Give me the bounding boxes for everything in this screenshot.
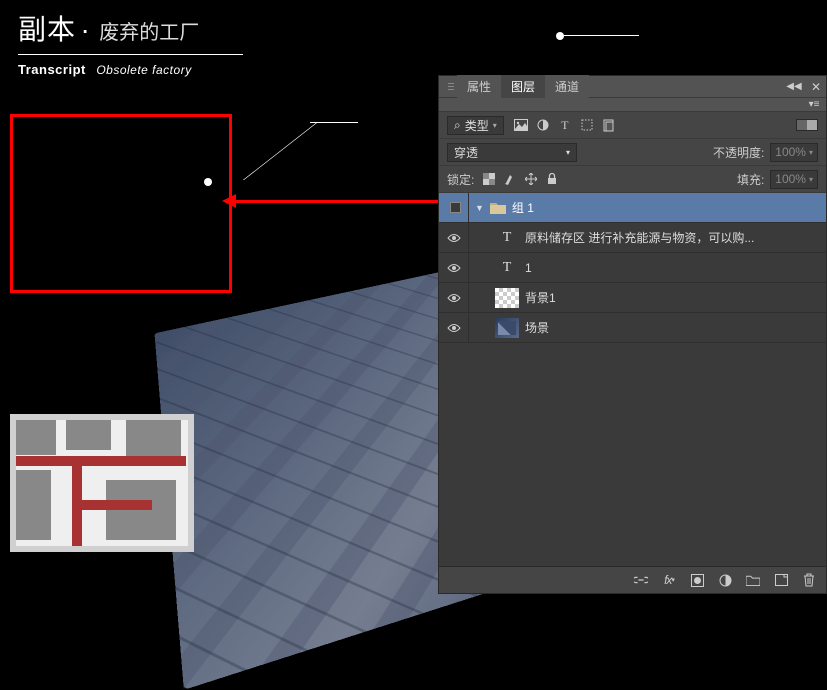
eye-icon	[447, 323, 461, 333]
panel-titlebar[interactable]: 属性 图层 通道 ◀◀ ✕	[439, 76, 826, 98]
minimap-road	[72, 500, 152, 510]
filter-text-icon[interactable]: T	[558, 118, 572, 132]
chevron-down-icon: ▾	[809, 175, 813, 184]
folder-icon	[490, 201, 506, 214]
title-sub: 废弃的工厂	[99, 22, 199, 44]
visibility-toggle[interactable]	[439, 253, 469, 282]
lock-label: 锁定:	[447, 171, 474, 188]
link-layers-icon[interactable]	[634, 573, 648, 587]
opacity-input[interactable]: 100% ▾	[770, 143, 818, 162]
visibility-checkbox[interactable]	[450, 202, 461, 213]
twisty-down-icon[interactable]: ▼	[475, 203, 484, 213]
eye-icon	[447, 233, 461, 243]
callout-dot	[556, 32, 564, 40]
layers-panel: 属性 图层 通道 ◀◀ ✕ ▾≡ ⌕ 类型 ▾ T 穿透 ▾	[438, 75, 827, 594]
callout-line	[243, 122, 318, 180]
chevron-down-icon: ▾	[493, 121, 497, 130]
filter-toggle[interactable]	[796, 119, 818, 131]
opacity-value: 100%	[775, 145, 806, 159]
new-layer-icon[interactable]	[774, 573, 788, 587]
trash-icon[interactable]	[802, 573, 816, 587]
title-block: 副本 · 废弃的工厂 Transcript Obsolete factory	[18, 8, 243, 79]
minimap	[10, 414, 194, 552]
layer-thumbnail	[495, 288, 519, 308]
filter-icons: T	[514, 118, 616, 132]
tab-layers[interactable]: 图层	[501, 75, 545, 98]
callout-line	[564, 35, 639, 36]
panel-tabs: 属性 图层 通道	[457, 75, 782, 98]
title-en-sub: Obsolete factory	[96, 63, 191, 77]
lock-row: 锁定: 填充: 100% ▾	[439, 166, 826, 193]
new-group-icon[interactable]	[746, 573, 760, 587]
chevron-down-icon: ▾	[809, 148, 813, 157]
title-separator: ·	[80, 14, 90, 45]
layer-row-raster[interactable]: 场景	[439, 313, 826, 343]
mask-icon[interactable]	[690, 573, 704, 587]
layer-name: 1	[525, 261, 532, 275]
opacity-label: 不透明度:	[713, 144, 764, 161]
minimap-road	[16, 456, 186, 466]
adjustment-icon[interactable]	[718, 573, 732, 587]
filter-shape-icon[interactable]	[580, 118, 594, 132]
lock-icons	[482, 172, 559, 186]
filter-adjust-icon[interactable]	[536, 118, 550, 132]
filter-type-label: 类型	[465, 117, 489, 134]
lock-transparent-icon[interactable]	[482, 172, 496, 186]
panel-footer: fx▾	[439, 566, 826, 593]
panel-close-icon[interactable]: ✕	[806, 80, 826, 94]
layer-thumbnail	[495, 318, 519, 338]
blend-row: 穿透 ▾ 不透明度: 100% ▾	[439, 139, 826, 166]
lock-all-icon[interactable]	[545, 172, 559, 186]
visibility-toggle[interactable]	[439, 223, 469, 252]
panel-collapse-icon[interactable]: ◀◀	[782, 79, 806, 94]
fill-input[interactable]: 100% ▾	[770, 170, 818, 189]
tab-channels[interactable]: 通道	[545, 75, 589, 98]
layer-row-raster[interactable]: 背景1	[439, 283, 826, 313]
arrow-left	[234, 200, 440, 203]
text-layer-icon: T	[495, 230, 519, 246]
panel-menu-icon[interactable]: ▾≡	[802, 97, 826, 112]
fill-label: 填充:	[737, 171, 764, 188]
chevron-down-icon: ▾	[566, 148, 570, 157]
text-layer-icon: T	[495, 260, 519, 276]
panel-menu-bar: ▾≡	[439, 98, 826, 112]
layer-name: 原料储存区 进行补充能源与物资，可以购...	[525, 229, 754, 246]
layers-list: ▼ 组 1 T 原料储存区 进行补充能源与物资，可以购... T 1	[439, 193, 826, 566]
layer-name: 背景1	[525, 289, 556, 306]
eye-icon	[447, 293, 461, 303]
visibility-toggle[interactable]	[439, 313, 469, 342]
callout-line	[310, 122, 358, 123]
layer-name: 组 1	[512, 199, 534, 216]
blend-mode-value: 穿透	[454, 144, 478, 161]
blend-mode-select[interactable]: 穿透 ▾	[447, 143, 577, 162]
highlight-box	[10, 114, 232, 293]
search-icon: ⌕	[454, 118, 461, 133]
minimap-content	[16, 420, 188, 546]
lock-position-icon[interactable]	[524, 172, 538, 186]
layer-name: 场景	[525, 319, 549, 336]
layer-row-group[interactable]: ▼ 组 1	[439, 193, 826, 223]
filter-type-select[interactable]: ⌕ 类型 ▾	[447, 116, 504, 135]
filter-row: ⌕ 类型 ▾ T	[439, 112, 826, 139]
lock-pixels-icon[interactable]	[503, 172, 517, 186]
eye-icon	[447, 263, 461, 273]
layer-row-text[interactable]: T 原料储存区 进行补充能源与物资，可以购...	[439, 223, 826, 253]
fx-icon[interactable]: fx▾	[662, 573, 676, 587]
title-en-main: Transcript	[18, 62, 86, 77]
tab-properties[interactable]: 属性	[457, 75, 501, 98]
visibility-toggle[interactable]	[439, 283, 469, 312]
visibility-toggle[interactable]	[439, 193, 469, 222]
filter-image-icon[interactable]	[514, 118, 528, 132]
layer-row-text[interactable]: T 1	[439, 253, 826, 283]
title-divider	[18, 54, 243, 55]
panel-drag-handle[interactable]	[439, 83, 457, 90]
title-main: 副本	[18, 14, 76, 45]
fill-value: 100%	[775, 172, 806, 186]
filter-smart-icon[interactable]	[602, 118, 616, 132]
